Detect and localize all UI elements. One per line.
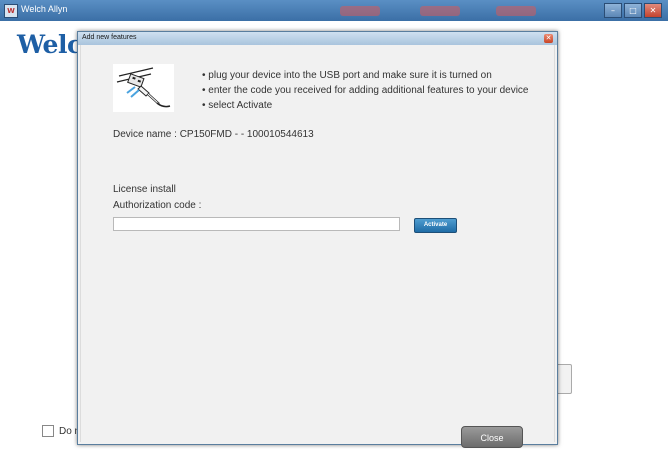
- instruction-line: • enter the code you received for adding…: [202, 85, 529, 96]
- close-button[interactable]: Close: [461, 426, 523, 448]
- titlebar-blurred-text: [496, 6, 536, 16]
- checkbox[interactable]: [42, 425, 54, 437]
- dialog-titlebar[interactable]: Add new features ✕: [78, 32, 557, 45]
- instruction-line: • select Activate: [202, 100, 273, 111]
- titlebar-blurred-text: [340, 6, 380, 16]
- brand-logo-text: Welc: [17, 30, 82, 59]
- window-controls: – □ ✕: [604, 3, 662, 18]
- main-window-titlebar[interactable]: W Welch Allyn – □ ✕: [0, 0, 668, 21]
- device-name-label: Device name : CP150FMD - - 100010544613: [113, 129, 314, 140]
- close-icon[interactable]: ✕: [544, 34, 553, 43]
- add-features-dialog: Add new features ✕ • plug your device in…: [77, 31, 558, 448]
- dialog-title: Add new features: [82, 34, 137, 41]
- maximize-icon[interactable]: □: [624, 3, 642, 18]
- authorization-code-label: Authorization code :: [113, 200, 202, 211]
- main-window-title: Welch Allyn: [21, 4, 68, 14]
- titlebar-blurred-text: [420, 6, 460, 16]
- authorization-code-input[interactable]: [113, 217, 400, 231]
- close-icon[interactable]: ✕: [644, 3, 662, 18]
- main-checkbox-row[interactable]: Do n: [42, 425, 80, 437]
- usb-plug-icon: [113, 64, 174, 112]
- minimize-icon[interactable]: –: [604, 3, 622, 18]
- app-icon: W: [4, 4, 18, 18]
- activate-button[interactable]: Activate: [414, 218, 457, 233]
- dialog-body: • plug your device into the USB port and…: [80, 45, 555, 448]
- instruction-line: • plug your device into the USB port and…: [202, 70, 492, 81]
- license-install-heading: License install: [113, 184, 176, 195]
